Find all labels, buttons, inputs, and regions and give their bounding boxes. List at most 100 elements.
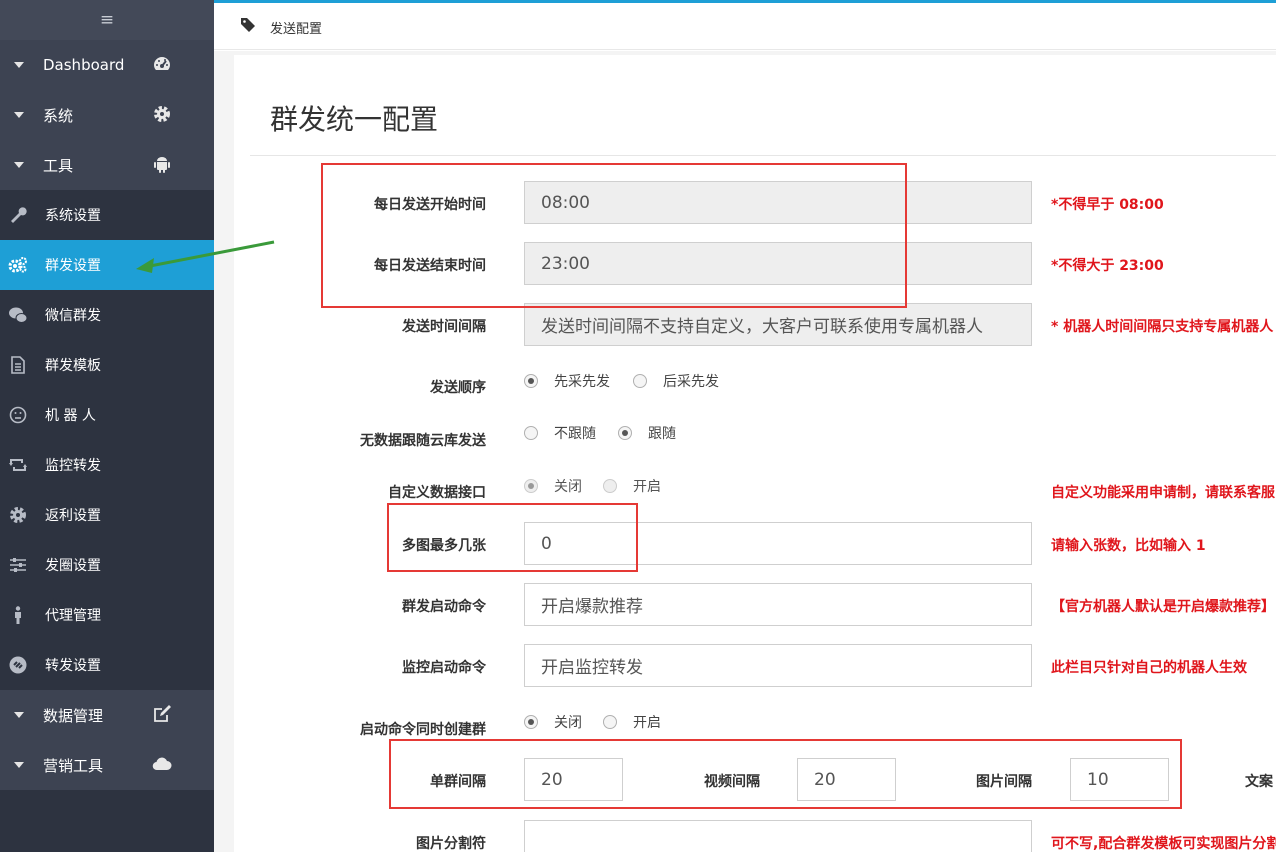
wechat-icon	[9, 307, 28, 323]
radio-circle	[524, 426, 538, 440]
tag-icon	[241, 18, 255, 32]
interval-field[interactable]: 发送时间间隔不支持自定义，大客户可联系使用专属机器人	[524, 303, 1032, 346]
breadcrumb-current[interactable]: 发送配置	[270, 18, 322, 37]
sidebar-group-dashboard[interactable]: Dashboard	[0, 40, 214, 90]
cloud-icon	[152, 757, 172, 771]
image-separator-input[interactable]	[524, 820, 1032, 852]
order-radio-first-in[interactable]: 先采先发	[524, 371, 610, 391]
sidebar-item-forward-settings[interactable]: 转发设置	[0, 640, 214, 690]
radio-label: 跟随	[648, 426, 676, 442]
max-images-hint: 请输入张数，比如输入 1	[1051, 538, 1206, 554]
sidebar-item-mass-template[interactable]: 群发模板	[0, 340, 214, 390]
custom-api-label: 自定义数据接口	[388, 485, 486, 501]
sidebar-item-label: 转发设置	[45, 658, 101, 674]
sidebar-group-label: 营销工具	[43, 756, 104, 775]
annotation-arrow-icon	[136, 240, 275, 273]
sidebar-item-label: 发圈设置	[45, 558, 101, 574]
sidebar-group-marketing-tools[interactable]: 营销工具	[0, 740, 214, 790]
annotation-box-max-images	[387, 503, 638, 572]
radio-label: 关闭	[554, 479, 582, 495]
create-group-radio-on[interactable]: 开启	[603, 712, 661, 732]
order-radio-last-in[interactable]: 后采先发	[633, 371, 719, 391]
sidebar-footer	[0, 790, 214, 852]
menu-toggle-icon[interactable]: ≡	[0, 0, 214, 40]
annotation-box-time-range	[321, 163, 907, 308]
sidebar-item-label: 机 器 人	[45, 408, 96, 424]
radio-circle	[603, 715, 617, 729]
annotation-box-intervals	[389, 739, 1182, 809]
monitor-command-input[interactable]: 开启监控转发	[524, 644, 1032, 687]
sidebar-group-label: 工具	[43, 156, 74, 175]
caret-down-icon	[14, 712, 24, 718]
sidebar-item-label: 微信群发	[45, 308, 101, 324]
sidebar-item-label: 系统设置	[45, 208, 101, 224]
start-command-label: 群发启动命令	[402, 599, 486, 615]
sidebar-item-monitor-forward[interactable]: 监控转发	[0, 440, 214, 490]
smiley-icon	[9, 406, 27, 424]
cog-icon	[10, 507, 26, 523]
radio-circle	[524, 715, 538, 729]
page-title: 群发统一配置	[270, 103, 439, 136]
sidebar-item-label: 监控转发	[45, 458, 101, 474]
sidebar-item-label: 代理管理	[45, 608, 101, 624]
app: ≡ Dashboard 系统 工具 系统设置 群发设置 微信群发 群发模板 机 …	[0, 0, 1276, 852]
create-group-radio-off[interactable]: 关闭	[524, 712, 582, 732]
sidebar-group-system[interactable]: 系统	[0, 90, 214, 140]
link-icon	[9, 656, 27, 674]
end-time-hint: *不得大于 23:00	[1051, 258, 1164, 274]
follow-radio-no[interactable]: 不跟随	[524, 423, 596, 443]
sidebar-group-data-management[interactable]: 数据管理	[0, 690, 214, 740]
custom-api-radio-on[interactable]: 开启	[603, 476, 661, 496]
monitor-command-hint: 此栏目只针对自己的机器人生效	[1051, 660, 1247, 676]
sliders-icon	[10, 558, 26, 572]
start-command-hint: 【官方机器人默认是开启爆款推荐】	[1051, 599, 1275, 615]
caret-down-icon	[14, 162, 24, 168]
sidebar-item-system-settings[interactable]: 系统设置	[0, 190, 214, 240]
follow-label: 无数据跟随云库发送	[360, 433, 486, 449]
interval-label: 发送时间间隔	[402, 319, 486, 335]
dashboard-icon	[154, 57, 170, 70]
follow-radio-yes[interactable]: 跟随	[618, 423, 676, 443]
wrench-icon	[11, 207, 27, 223]
gears-icon	[8, 257, 27, 273]
sidebar-item-robot[interactable]: 机 器 人	[0, 390, 214, 440]
edit-icon	[154, 705, 171, 722]
android-icon	[154, 157, 170, 173]
sidebar-item-agent-management[interactable]: 代理管理	[0, 590, 214, 640]
custom-api-radio-off[interactable]: 关闭	[524, 476, 582, 496]
caret-down-icon	[14, 62, 24, 68]
sidebar-item-wechat-mass-send[interactable]: 微信群发	[0, 290, 214, 340]
radio-circle	[603, 479, 617, 493]
radio-circle	[618, 426, 632, 440]
radio-circle	[633, 374, 647, 388]
gear-icon	[154, 106, 170, 122]
custom-api-hint: 自定义功能采用申请制，请联系客服	[1051, 485, 1275, 501]
sidebar-group-label: Dashboard	[43, 56, 125, 74]
copy-interval-label: 文案	[1245, 774, 1273, 790]
start-command-input[interactable]: 开启爆款推荐	[524, 583, 1032, 626]
sidebar-item-label: 返利设置	[45, 508, 101, 524]
monitor-command-label: 监控启动命令	[402, 660, 486, 676]
breadcrumb: 发送配置	[214, 3, 1276, 50]
create-group-label: 启动命令同时创建群	[360, 722, 486, 738]
order-label: 发送顺序	[430, 380, 486, 396]
radio-label: 后采先发	[663, 374, 719, 390]
image-separator-label: 图片分割符	[416, 836, 486, 852]
sidebar-item-rebate-settings[interactable]: 返利设置	[0, 490, 214, 540]
person-icon	[15, 606, 21, 624]
interval-hint: * 机器人时间间隔只支持专属机器人	[1051, 319, 1274, 335]
caret-down-icon	[14, 762, 24, 768]
sidebar-group-label: 系统	[43, 106, 74, 125]
sidebar-item-moments-settings[interactable]: 发圈设置	[0, 540, 214, 590]
radio-label: 不跟随	[554, 426, 596, 442]
retweet-icon	[9, 459, 27, 471]
document-icon	[11, 356, 25, 374]
radio-label: 开启	[633, 715, 661, 731]
sidebar-item-label: 群发设置	[45, 258, 101, 274]
start-time-hint: *不得早于 08:00	[1051, 197, 1164, 213]
radio-label: 先采先发	[554, 374, 610, 390]
sidebar-item-label: 群发模板	[45, 358, 101, 374]
title-divider	[250, 155, 1276, 156]
sidebar-group-tools[interactable]: 工具	[0, 140, 214, 190]
sidebar-group-label: 数据管理	[43, 706, 104, 725]
